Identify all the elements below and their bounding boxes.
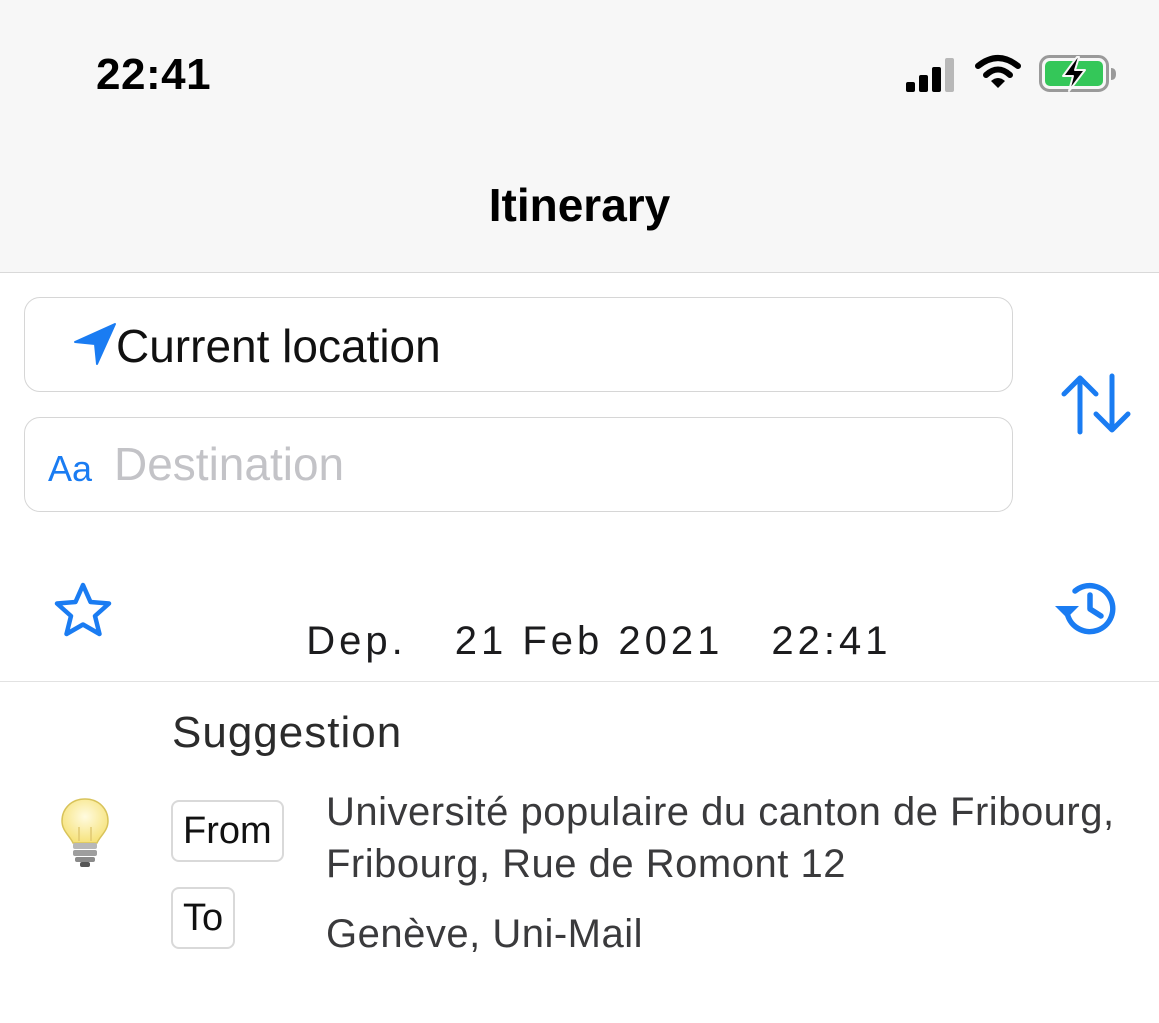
status-time: 22:41 — [96, 50, 212, 99]
origin-value: Current location — [116, 320, 441, 372]
departure-datetime[interactable]: Dep. 21 Feb 2021 22:41 — [276, 574, 891, 664]
suggestion-from-value[interactable]: Université populaire du canton de Fribou… — [326, 786, 1126, 890]
origin-field[interactable]: Current location — [24, 297, 1013, 392]
suggestion-to-value[interactable]: Genève, Uni-Mail — [326, 912, 643, 957]
location-arrow-icon — [74, 323, 116, 365]
swap-arrows-icon[interactable] — [1058, 372, 1134, 436]
lightbulb-icon — [61, 798, 109, 867]
departure-time: 22:41 — [771, 619, 892, 663]
star-outline-icon[interactable] — [52, 581, 114, 639]
destination-field[interactable]: Aa — [24, 417, 1013, 512]
wifi-icon — [975, 55, 1021, 88]
section-divider — [0, 681, 1159, 682]
cellular-signal-icon — [906, 58, 954, 92]
history-clock-icon[interactable] — [1053, 578, 1119, 638]
suggestion-title: Suggestion — [172, 708, 403, 757]
page-title: Itinerary — [488, 179, 671, 231]
departure-label: Dep. — [306, 619, 407, 663]
battery-charging-icon — [1039, 55, 1116, 92]
from-tag: From — [171, 800, 284, 862]
top-bar: 22:41 Itinerary — [0, 0, 1159, 273]
departure-date: 21 Feb 2021 — [454, 619, 724, 663]
text-input-icon: Aa — [48, 448, 93, 489]
to-tag: To — [171, 887, 236, 949]
destination-input[interactable] — [114, 432, 974, 496]
